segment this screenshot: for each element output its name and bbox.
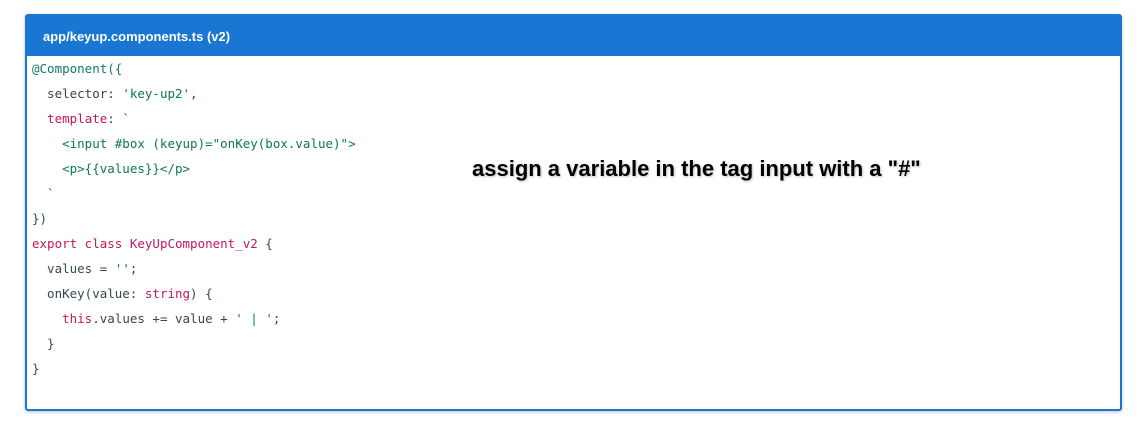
annotation-text: assign a variable in the tag input with … [472, 156, 921, 181]
code-token: export class [32, 236, 130, 251]
code-token: ) { [190, 286, 213, 301]
code-line: @Component({ [32, 56, 356, 81]
code-token: '' [114, 261, 130, 276]
code-token: this [62, 311, 93, 326]
code-line: template: ` [32, 106, 356, 131]
code-line: export class KeyUpComponent_v2 { [32, 231, 356, 256]
code-token: ' | ' [235, 311, 273, 326]
code-line: } [32, 356, 356, 381]
code-line: } [32, 331, 356, 356]
code-token: 'key-up2' [122, 86, 191, 101]
code-line: onKey(value: string) { [32, 281, 356, 306]
code-token: <p>{{values}}</p> [32, 161, 191, 176]
code-token: onKey(value: [32, 286, 145, 301]
code-token: values = [32, 261, 115, 276]
code-token: ` [32, 186, 55, 201]
code-line: values = ''; [32, 256, 356, 281]
code-token: ; [129, 261, 138, 276]
code-token: } [32, 336, 55, 351]
code-token: }) [32, 211, 48, 226]
code-line: selector: 'key-up2', [32, 81, 356, 106]
code-block: @Component({ selector: 'key-up2', templa… [32, 56, 356, 381]
panel-title: app/keyup.components.ts (v2) [27, 16, 1120, 56]
code-line: this.values += value + ' | '; [32, 306, 356, 331]
code-token: template [47, 111, 108, 126]
code-token: ; [272, 311, 281, 326]
code-token: selector: [32, 86, 123, 101]
code-token: { [257, 236, 273, 251]
code-token: : ` [107, 111, 130, 126]
code-token: , [190, 86, 198, 101]
code-line: <p>{{values}}</p> [32, 156, 356, 181]
code-token: .values += value + [92, 311, 236, 326]
code-line: }) [32, 206, 356, 231]
code-token: string [144, 286, 191, 301]
code-token: @Component({ [32, 61, 123, 76]
code-token: <input #box (keyup)="onKey(box.value)"> [32, 136, 356, 151]
code-line: <input #box (keyup)="onKey(box.value)"> [32, 131, 356, 156]
code-line: ` [32, 181, 356, 206]
code-token: } [32, 361, 40, 376]
code-token: KeyUpComponent_v2 [129, 236, 258, 251]
